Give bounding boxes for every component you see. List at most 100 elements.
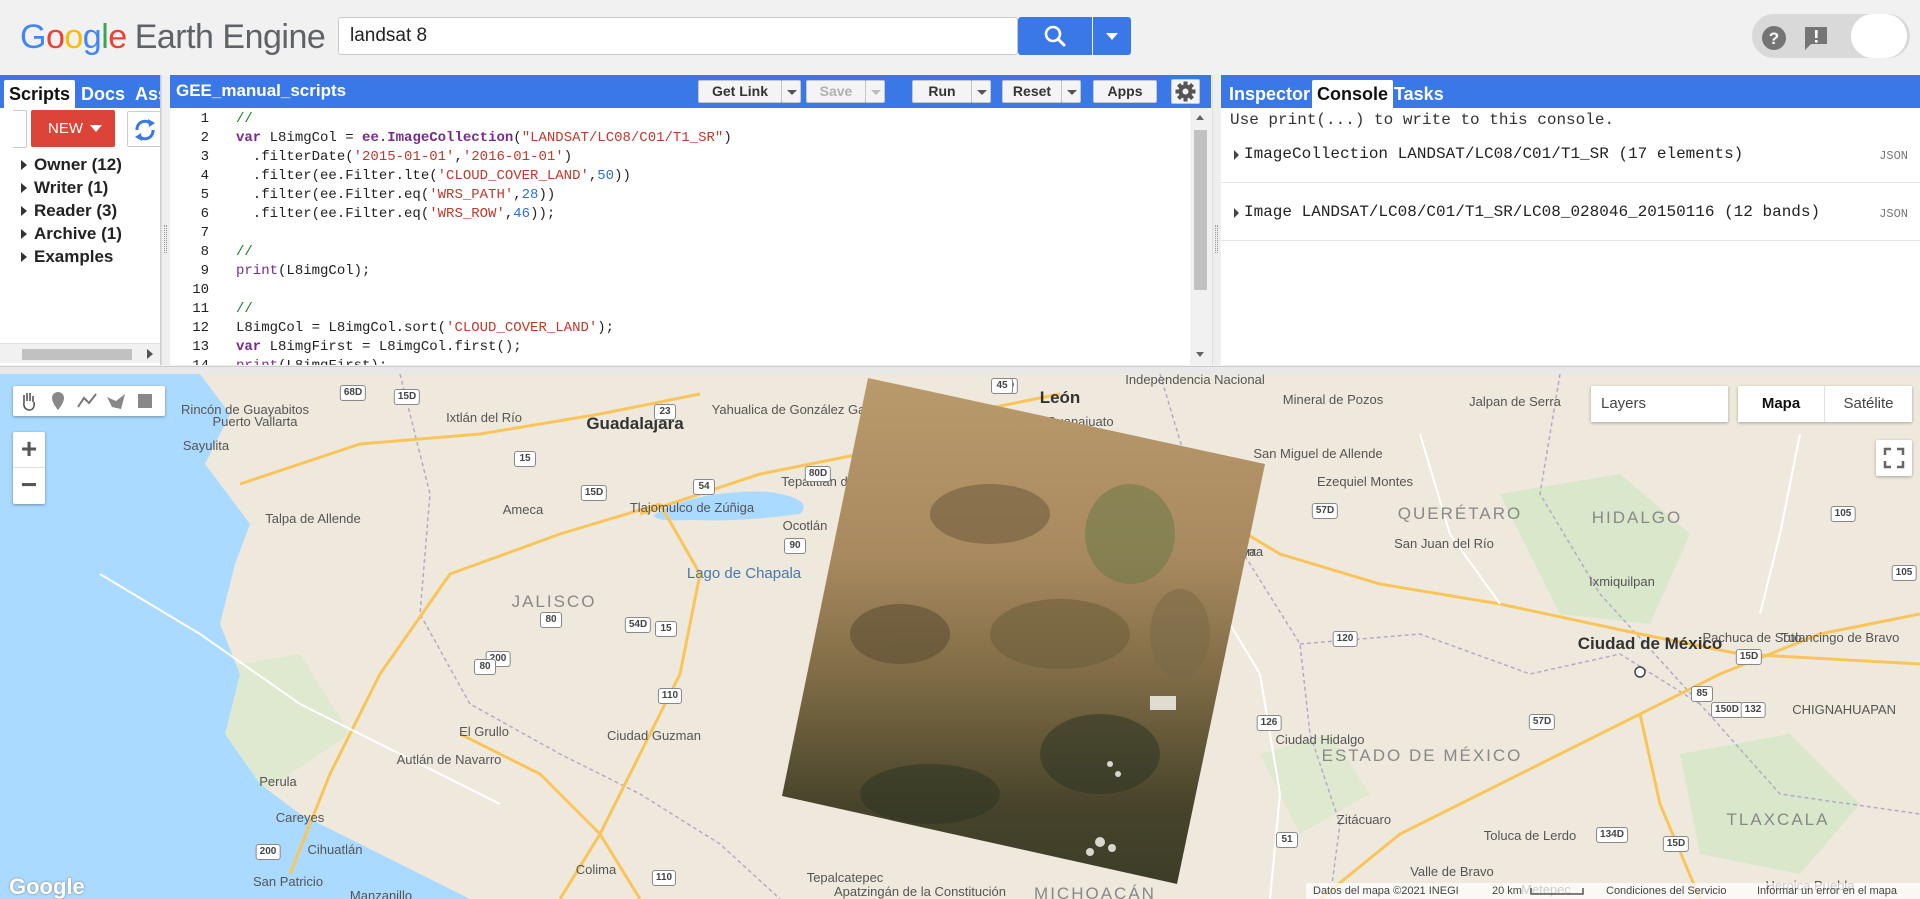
horizontal-scrollbar[interactable] xyxy=(0,343,160,363)
tree-item-label: Examples xyxy=(34,247,114,266)
tree-item-archive[interactable]: Archive (1) xyxy=(20,222,122,245)
google-earth-engine-logo[interactable]: Google Earth Engine xyxy=(20,18,326,57)
right-splitter[interactable] xyxy=(1212,75,1220,365)
code-line[interactable]: L8imgCol = L8imgCol.sort('CLOUD_COVER_LA… xyxy=(236,320,614,336)
tab-scripts[interactable]: Scripts xyxy=(4,80,76,108)
run-dropdown[interactable] xyxy=(971,80,991,103)
panel-stub xyxy=(13,110,27,148)
expand-icon[interactable] xyxy=(1234,208,1239,218)
code-area[interactable]: // var L8imgCol = ee.ImageCollection("LAN… xyxy=(236,108,1156,365)
tree-item-owner[interactable]: Owner (12) xyxy=(20,153,122,176)
search-options-button[interactable] xyxy=(1093,17,1131,55)
console-entry[interactable]: Image LANDSAT/LC08/C01/T1_SR/LC08_028046… xyxy=(1221,183,1920,241)
line-number: 4 xyxy=(200,168,209,184)
code-line[interactable]: // xyxy=(236,301,253,317)
line-number: 3 xyxy=(200,149,209,165)
run-button[interactable]: Run xyxy=(912,80,972,103)
code-line[interactable]: var L8imgCol = ee.ImageCollection("LANDS… xyxy=(236,130,732,146)
map-splitter[interactable] xyxy=(0,366,1920,374)
search-button[interactable] xyxy=(1018,17,1092,55)
scrollbar-thumb[interactable] xyxy=(22,349,132,360)
line-number: 6 xyxy=(200,206,209,222)
fullscreen-icon xyxy=(1883,447,1905,469)
report-error-link[interactable]: Informar un error en el mapa xyxy=(1757,883,1897,899)
caret-down-icon xyxy=(90,125,102,132)
apps-button[interactable]: Apps xyxy=(1093,80,1157,103)
scale-bar xyxy=(1530,888,1584,895)
map-type-satellite[interactable]: Satélite xyxy=(1825,386,1912,422)
line-gutter: 1 2 3 4 5 6 7 8 9 10 11 12 13 14 xyxy=(170,108,221,365)
code-line[interactable]: .filter(ee.Filter.eq('WRS_ROW',46)); xyxy=(236,206,556,222)
console-entry[interactable]: ImageCollection LANDSAT/LC08/C01/T1_SR (… xyxy=(1221,125,1920,183)
code-line[interactable]: // xyxy=(236,111,253,127)
marker-point-icon[interactable] xyxy=(46,389,70,413)
feedback-icon[interactable] xyxy=(1803,25,1829,51)
line-draw-icon[interactable] xyxy=(75,389,99,413)
json-link[interactable]: JSON xyxy=(1879,207,1908,221)
code-line[interactable]: .filterDate('2015-01-01','2016-01-01') xyxy=(236,149,572,165)
tab-console[interactable]: Console xyxy=(1312,80,1394,108)
line-number: 13 xyxy=(192,339,209,355)
grip-icon xyxy=(164,225,167,253)
tab-tasks[interactable]: Tasks xyxy=(1389,80,1449,108)
scroll-up-icon[interactable] xyxy=(1196,115,1204,120)
code-line[interactable]: .filter(ee.Filter.lte('CLOUD_COVER_LAND'… xyxy=(236,168,631,184)
map-data-credit: Datos del mapa ©2021 INEGI xyxy=(1313,885,1459,897)
scrollbar-thumb[interactable] xyxy=(1194,130,1207,290)
layers-button[interactable]: Layers xyxy=(1591,386,1728,422)
code-line[interactable]: print(L8imgFirst); xyxy=(236,358,387,365)
landsat-raster-layer xyxy=(782,378,1265,884)
new-script-button[interactable]: NEW xyxy=(31,110,115,147)
get-link-dropdown[interactable] xyxy=(781,80,801,103)
tab-assets[interactable]: Assets xyxy=(130,80,160,108)
reset-button[interactable]: Reset xyxy=(1002,80,1062,103)
map-type-mapa[interactable]: Mapa xyxy=(1738,386,1825,422)
vertical-scrollbar[interactable] xyxy=(1190,108,1211,365)
rectangle-draw-icon[interactable] xyxy=(133,389,157,413)
left-tabbar: Scripts Docs Assets xyxy=(0,75,160,108)
tree-item-writer[interactable]: Writer (1) xyxy=(20,176,122,199)
expand-icon[interactable] xyxy=(1234,150,1239,160)
save-button[interactable]: Save xyxy=(806,80,866,103)
avatar[interactable] xyxy=(1851,14,1907,58)
refresh-button[interactable] xyxy=(127,111,161,147)
console-entry-text: Image LANDSAT/LC08/C01/T1_SR/LC08_028046… xyxy=(1244,203,1821,221)
code-line[interactable]: // xyxy=(236,244,253,260)
save-dropdown[interactable] xyxy=(865,80,885,103)
code-editor: GEE_manual_scripts Get Link Save Run Res… xyxy=(170,75,1211,365)
code-line[interactable]: .filter(ee.Filter.eq('WRS_PATH',28)) xyxy=(236,187,555,203)
script-title: GEE_manual_scripts xyxy=(176,81,347,100)
tab-inspector[interactable]: Inspector xyxy=(1224,80,1315,108)
reset-dropdown[interactable] xyxy=(1061,80,1081,103)
expand-icon xyxy=(21,183,27,193)
tree-item-reader[interactable]: Reader (3) xyxy=(20,199,122,222)
map-scale: 20 km xyxy=(1492,885,1522,897)
help-icon[interactable]: ? xyxy=(1761,25,1787,51)
fullscreen-button[interactable] xyxy=(1876,440,1912,476)
tree-item-examples[interactable]: Examples xyxy=(20,245,122,268)
settings-button[interactable] xyxy=(1171,79,1200,104)
scroll-right-icon[interactable] xyxy=(146,349,154,359)
earth-engine-app: GoogleEarth Engine ? xyxy=(0,0,1920,899)
left-splitter[interactable] xyxy=(161,75,169,365)
search-input[interactable] xyxy=(339,18,999,54)
expand-icon xyxy=(21,229,27,239)
zoom-out-button[interactable]: − xyxy=(13,468,45,504)
editor-toolbar: GEE_manual_scripts Get Link Save Run Res… xyxy=(170,75,1211,108)
hand-pan-icon[interactable] xyxy=(17,389,41,413)
tab-docs[interactable]: Docs xyxy=(76,80,130,108)
drawing-tools xyxy=(13,386,165,416)
line-number: 1 xyxy=(200,111,209,127)
line-number: 8 xyxy=(200,244,209,260)
zoom-in-button[interactable]: + xyxy=(13,432,45,468)
polygon-draw-icon[interactable] xyxy=(104,389,128,413)
terms-link[interactable]: Condiciones del Servicio xyxy=(1606,883,1726,899)
code-line[interactable]: print(L8imgCol); xyxy=(236,263,370,279)
zoom-control: + − xyxy=(13,432,45,504)
code-line[interactable]: var L8imgFirst = L8imgCol.first(); xyxy=(236,339,522,355)
map-view[interactable]: León Guadalajara Puerto Vallarta Guanajuato… xyxy=(0,374,1920,899)
tree-item-label: Owner (12) xyxy=(34,155,122,174)
get-link-button[interactable]: Get Link xyxy=(698,80,782,103)
json-link[interactable]: JSON xyxy=(1879,149,1908,163)
scroll-down-icon[interactable] xyxy=(1196,352,1204,357)
